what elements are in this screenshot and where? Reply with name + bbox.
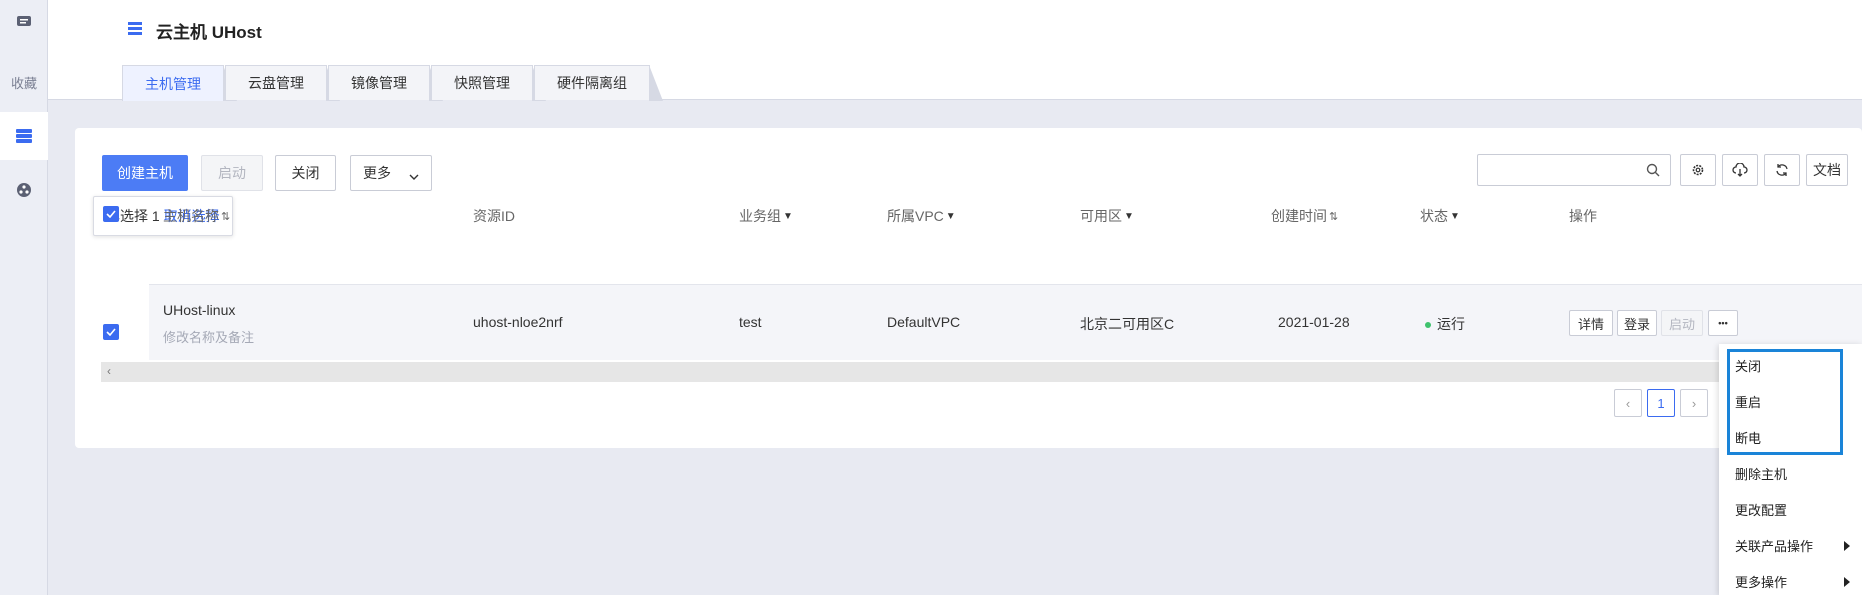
start-button[interactable]: 启动 bbox=[201, 155, 263, 191]
left-rail: 收藏 bbox=[0, 0, 48, 595]
menu-item-shutdown[interactable]: 关闭 bbox=[1735, 356, 1761, 375]
zone-name: 北京二可用区C bbox=[1080, 316, 1175, 332]
select-all-checkbox[interactable] bbox=[103, 206, 119, 222]
sort-icon[interactable]: ⇅ bbox=[221, 210, 230, 223]
status-dot bbox=[1425, 322, 1431, 329]
tab-snapshot-management[interactable]: 快照管理 bbox=[431, 65, 546, 101]
page-title: 云主机 UHost bbox=[128, 18, 262, 43]
column-zone[interactable]: 可用区 ▼ bbox=[1080, 206, 1134, 226]
tab-bar: 主机管理 云盘管理 镜像管理 快照管理 硬件隔离组 bbox=[122, 65, 663, 101]
menu-item-more-ops-label: 更多操作 bbox=[1735, 575, 1788, 590]
column-actions: 操作 bbox=[1569, 208, 1597, 224]
column-status[interactable]: 状态 ▼ bbox=[1420, 206, 1460, 226]
host-list-card: 创建主机 启动 关闭 更多 文档 已选择 1 取消选择 主机名称 ⇅ 资源ID … bbox=[75, 128, 1862, 448]
search-input[interactable] bbox=[1477, 154, 1671, 186]
created-date: 2021-01-28 bbox=[1278, 314, 1350, 330]
more-dropdown-label: 更多 bbox=[363, 165, 391, 181]
resource-id: uhost-nloe2nrf bbox=[473, 314, 563, 330]
column-created-time[interactable]: 创建时间 ⇅ bbox=[1271, 206, 1338, 226]
login-button[interactable]: 登录 bbox=[1617, 310, 1657, 336]
tab-disk-management[interactable]: 云盘管理 bbox=[225, 65, 340, 101]
edit-remark-link[interactable]: 修改名称及备注 bbox=[163, 327, 254, 346]
create-host-button[interactable]: 创建主机 bbox=[102, 155, 188, 191]
submenu-arrow-icon bbox=[1844, 540, 1850, 551]
more-actions-button[interactable]: ••• bbox=[1708, 310, 1738, 336]
chevron-down-icon bbox=[409, 168, 419, 184]
network-icon[interactable] bbox=[0, 178, 48, 202]
list-icon bbox=[128, 22, 142, 39]
page-1-button[interactable]: 1 bbox=[1647, 389, 1675, 417]
tab-isolation-group[interactable]: 硬件隔离组 bbox=[534, 65, 663, 101]
column-status-label: 状态 bbox=[1420, 208, 1448, 224]
more-dropdown[interactable]: 更多 bbox=[350, 155, 432, 191]
filter-icon[interactable]: ▼ bbox=[1124, 211, 1134, 222]
refresh-icon[interactable] bbox=[1764, 154, 1800, 186]
column-created-time-label: 创建时间 bbox=[1271, 208, 1327, 224]
sort-icon[interactable]: ⇅ bbox=[1329, 210, 1338, 223]
menu-item-change-config[interactable]: 更改配置 bbox=[1735, 500, 1787, 519]
hosts-list-icon[interactable] bbox=[0, 112, 48, 160]
next-page-button[interactable]: › bbox=[1680, 389, 1708, 417]
prev-page-button[interactable]: ‹ bbox=[1614, 389, 1642, 417]
scroll-left-icon[interactable]: ‹ bbox=[107, 364, 111, 378]
column-vpc[interactable]: 所属VPC ▼ bbox=[887, 206, 956, 226]
vpc-name[interactable]: DefaultVPC bbox=[887, 314, 960, 330]
filter-icon[interactable]: ▼ bbox=[946, 211, 956, 222]
horizontal-scrollbar[interactable]: ‹ bbox=[101, 362, 1862, 382]
docs-button[interactable]: 文档 bbox=[1806, 154, 1848, 186]
column-business-group-label: 业务组 bbox=[739, 208, 781, 224]
submenu-arrow-icon bbox=[1844, 576, 1850, 587]
cloud-download-icon[interactable] bbox=[1722, 154, 1758, 186]
menu-item-related-products[interactable]: 关联产品操作 bbox=[1735, 536, 1851, 555]
filter-icon[interactable]: ▼ bbox=[1450, 211, 1460, 222]
column-host-name-label: 主机名称 bbox=[163, 208, 219, 224]
chat-icon[interactable] bbox=[0, 10, 48, 34]
column-host-name[interactable]: 主机名称 ⇅ bbox=[163, 206, 230, 226]
business-group: test bbox=[739, 314, 762, 330]
menu-item-restart[interactable]: 重启 bbox=[1735, 392, 1761, 411]
column-vpc-label: 所属VPC bbox=[887, 208, 944, 224]
tab-image-management[interactable]: 镜像管理 bbox=[328, 65, 443, 101]
column-resource-id: 资源ID bbox=[473, 208, 515, 224]
page-title-text: 云主机 UHost bbox=[156, 23, 262, 42]
menu-item-related-products-label: 关联产品操作 bbox=[1735, 539, 1814, 554]
column-zone-label: 可用区 bbox=[1080, 208, 1122, 224]
detail-button[interactable]: 详情 bbox=[1569, 310, 1613, 336]
menu-item-more-ops[interactable]: 更多操作 bbox=[1735, 572, 1851, 591]
row-start-button[interactable]: 启动 bbox=[1661, 310, 1703, 336]
settings-gear-icon[interactable] bbox=[1680, 154, 1716, 186]
host-name[interactable]: UHost-linux bbox=[163, 302, 235, 318]
status-text: 运行 bbox=[1437, 316, 1465, 332]
menu-item-delete-host[interactable]: 删除主机 bbox=[1735, 464, 1787, 483]
page-header: 云主机 UHost 主机管理 云盘管理 镜像管理 快照管理 硬件隔离组 bbox=[48, 0, 1862, 101]
menu-item-power-off[interactable]: 断电 bbox=[1735, 428, 1761, 447]
stop-button[interactable]: 关闭 bbox=[275, 155, 336, 191]
tab-host-management[interactable]: 主机管理 bbox=[122, 65, 237, 101]
favorites-label[interactable]: 收藏 bbox=[0, 70, 48, 94]
column-business-group[interactable]: 业务组 ▼ bbox=[739, 206, 793, 226]
row-checkbox[interactable] bbox=[103, 324, 119, 340]
filter-icon[interactable]: ▼ bbox=[783, 211, 793, 222]
status-badge: 运行 bbox=[1425, 314, 1465, 334]
search-icon[interactable] bbox=[1646, 163, 1660, 180]
